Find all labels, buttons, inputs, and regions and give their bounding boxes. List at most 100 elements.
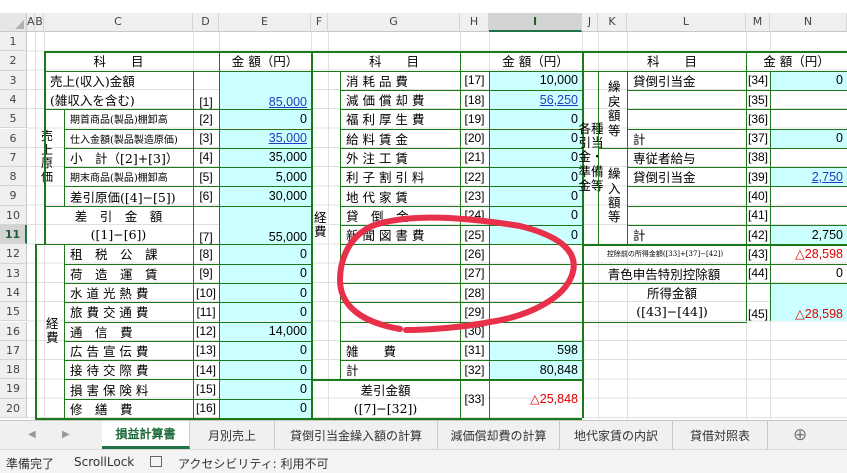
ref-30[interactable]: [30] (460, 322, 489, 341)
middle-item-label[interactable]: 地 代 家 賃 (340, 186, 460, 205)
row-header-2[interactable]: 2 (0, 51, 27, 71)
middle-item-label[interactable]: 新 聞 図 書 費 (340, 225, 460, 244)
middle-item-label[interactable]: 減 価 償 却 費 (340, 90, 460, 109)
ref-41[interactable]: [41] (746, 206, 770, 225)
row-header-13[interactable]: 13 (0, 263, 27, 283)
row-header-8[interactable]: 8 (0, 167, 27, 187)
row-header-10[interactable]: 10 (0, 205, 27, 225)
ref-38[interactable]: [38] (746, 148, 770, 167)
ref-5[interactable]: [5] (193, 167, 219, 186)
column-header-E[interactable]: E (219, 13, 311, 32)
column-header-D[interactable]: D (193, 13, 219, 32)
middle-item-label[interactable]: 雑 費 (340, 341, 460, 360)
ref-44[interactable]: [44] (746, 264, 770, 283)
ref-18[interactable]: [18] (460, 90, 489, 109)
kurimodoshi-item-label[interactable]: 計 (627, 129, 746, 148)
gross-value[interactable]: 55,000 (219, 205, 311, 245)
ref-28[interactable]: [28] (460, 283, 489, 302)
row-header-18[interactable]: 18 (0, 360, 27, 380)
net-label-note[interactable]: ([7]−[32]) (311, 399, 460, 418)
row-header-6[interactable]: 6 (0, 128, 27, 148)
middle-item-value[interactable]: 0 (489, 128, 582, 148)
income-label[interactable]: 所得金額 (598, 283, 746, 302)
cogs-item-label[interactable]: 仕入金額(製品製造原価) (64, 129, 193, 148)
kuriire-item-value[interactable] (770, 206, 847, 225)
middle-item-value[interactable]: 0 (489, 205, 582, 225)
ref-40[interactable]: [40] (746, 186, 770, 205)
middle-item-value[interactable]: 10,000 (489, 70, 582, 90)
special-deduction-label[interactable]: 青色申告特別控除額 (582, 264, 746, 283)
gross-label-note[interactable]: ([1]−[6]) (44, 225, 193, 244)
cogs-item-label[interactable]: 期末商品(製品)棚卸高 (64, 167, 193, 186)
expense-item-label[interactable]: 損 害 保 険 料 (64, 379, 193, 398)
kurimodoshi-item-label[interactable] (627, 90, 746, 109)
middle-item-label[interactable] (340, 322, 460, 341)
middle-item-label[interactable]: 外 注 工 賃 (340, 148, 460, 167)
column-header-I[interactable]: I (489, 13, 582, 32)
ref-33[interactable]: [33] (460, 379, 489, 418)
middle-item-value[interactable]: 598 (489, 340, 582, 361)
middle-item-value[interactable]: 0 (489, 167, 582, 187)
ref-29[interactable]: [29] (460, 302, 489, 321)
select-all-corner[interactable] (0, 13, 27, 32)
ref-34[interactable]: [34] (746, 71, 770, 90)
expense-item-value[interactable]: 0 (219, 282, 311, 303)
sheet-tab-3[interactable]: 貸倒引当金繰入額の計算 (275, 421, 438, 449)
add-sheet-icon[interactable]: ⊕ (793, 425, 807, 445)
middle-item-value[interactable] (489, 244, 582, 263)
kuriire-group-label[interactable]: 繰入額等 (608, 148, 622, 245)
middle-item-value[interactable] (489, 322, 582, 341)
column-header-M[interactable]: M (746, 13, 770, 32)
ref-4[interactable]: [4] (193, 148, 219, 167)
header-kamoku-middle[interactable]: 科 目 (328, 51, 460, 70)
ref-10[interactable]: [10] (193, 283, 219, 302)
expense-item-label[interactable]: 通 信 費 (64, 322, 193, 341)
spreadsheet-area[interactable]: ABCDEFGHIJKLMN 1 2 3 4 5 6 7 8 9 10 11 12 13 14 15 16 17… (0, 0, 847, 420)
ref-39[interactable]: [39] (746, 167, 770, 186)
sales-value[interactable]: 85,000 (219, 70, 311, 110)
kurimodoshi-item-value[interactable] (770, 90, 847, 109)
header-kingaku-middle[interactable]: 金 額（円） (489, 51, 582, 70)
kurimodoshi-item-label[interactable]: 貸倒引当金 (627, 71, 746, 90)
income-value[interactable]: △28,598 (770, 282, 847, 322)
ref-35[interactable]: [35] (746, 90, 770, 109)
column-header-K[interactable]: K (598, 13, 627, 32)
kuriire-item-value[interactable]: 2,750 (770, 167, 847, 187)
kuriire-item-label[interactable] (627, 186, 746, 205)
middle-item-label[interactable]: 利 子 割 引 料 (340, 167, 460, 186)
sales-label[interactable]: 売上(収入)金額 (44, 71, 193, 90)
expense-item-value[interactable]: 0 (219, 340, 311, 361)
kuriire-item-value[interactable] (770, 148, 847, 167)
ref-1[interactable]: [1] (193, 71, 219, 109)
ref-21[interactable]: [21] (460, 148, 489, 167)
header-kingaku-left[interactable]: 金 額（円） (219, 51, 311, 70)
column-header-N[interactable]: N (770, 13, 847, 32)
expense-item-label[interactable]: 荷 造 運 賃 (64, 264, 193, 283)
column-header-A[interactable]: A (27, 13, 35, 32)
row-header-12[interactable]: 12 (0, 244, 27, 264)
row-header-3[interactable]: 3 (0, 70, 27, 90)
ref-7[interactable]: [7] (193, 206, 219, 244)
expense-item-value[interactable]: 0 (219, 360, 311, 380)
ref-36[interactable]: [36] (746, 109, 770, 128)
middle-item-label[interactable]: 福 利 厚 生 費 (340, 109, 460, 128)
middle-item-label[interactable]: 消 耗 品 費 (340, 71, 460, 90)
ref-17[interactable]: [17] (460, 71, 489, 90)
cogs-item-label[interactable]: 差引原価([4]−[5]) (64, 186, 193, 205)
row-header-7[interactable]: 7 (0, 147, 27, 168)
accessibility-status[interactable]: アクセシビリティ: 利用不可 (178, 455, 329, 472)
ref-16[interactable]: [16] (193, 399, 219, 418)
gross-label[interactable]: 差 引 金 額 (44, 206, 193, 225)
header-kamoku-left[interactable]: 科 目 (44, 51, 193, 70)
special-deduction-value[interactable]: 0 (770, 264, 847, 283)
column-header-B[interactable]: B (35, 13, 44, 32)
tab-scroll-left-icon[interactable]: ◀ (28, 429, 36, 440)
macro-record-icon[interactable] (150, 456, 162, 467)
cogs-item-value[interactable]: 5,000 (219, 167, 311, 187)
middle-item-value[interactable]: 0 (489, 109, 582, 129)
ref-13[interactable]: [13] (193, 341, 219, 360)
sheet-tab-4[interactable]: 減価償却費の計算 (438, 421, 560, 449)
expense-item-value[interactable]: 14,000 (219, 321, 311, 341)
middle-item-label[interactable] (340, 302, 460, 321)
ref-26[interactable]: [26] (460, 244, 489, 263)
